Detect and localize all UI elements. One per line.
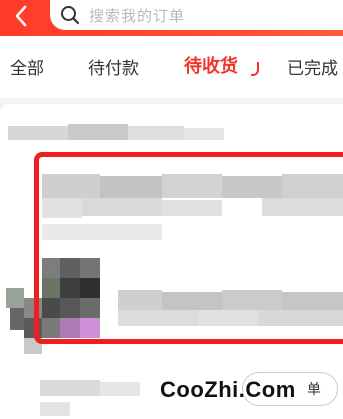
- blurred-product-title: [162, 174, 222, 198]
- blurred-order-info: [100, 382, 140, 396]
- order-list-screen: 搜索我的订单 全部 待付款 待收货 已完成 单 CooZhi.Com: [0, 0, 343, 419]
- blurred-product-title: [100, 176, 162, 198]
- blurred-product-image: [80, 298, 100, 318]
- blurred-product-desc: [258, 310, 343, 326]
- blurred-product-title: [162, 200, 222, 216]
- blurred-product-image: [42, 298, 60, 318]
- search-icon: [60, 5, 80, 25]
- header-bar: 搜索我的订单: [0, 0, 343, 36]
- blurred-shop-name: [8, 126, 68, 140]
- blurred-product-desc: [222, 290, 282, 310]
- blurred-product-image: [80, 278, 100, 298]
- chevron-left-icon: [14, 5, 28, 31]
- tab-completed[interactable]: 已完成: [287, 54, 338, 79]
- blurred-product-image: [60, 318, 80, 338]
- blurred-product-title: [262, 198, 343, 216]
- blurred-product-title: [42, 198, 82, 218]
- blurred-product-image: [60, 258, 80, 278]
- back-button[interactable]: [6, 3, 36, 33]
- blurred-product-desc: [162, 292, 222, 310]
- blurred-shop-name: [184, 128, 224, 140]
- blurred-product-image: [42, 258, 60, 278]
- blurred-product-image: [60, 278, 80, 298]
- tab-pending-receipt[interactable]: 待收货: [184, 52, 238, 78]
- search-placeholder: 搜索我的订单: [89, 6, 186, 25]
- blurred-product-title: [82, 198, 162, 216]
- blurred-product-image: [6, 288, 24, 308]
- order-status-tabs: 全部 待付款 待收货 已完成: [0, 36, 343, 98]
- blurred-product-title: [42, 224, 162, 240]
- blurred-order-info: [40, 402, 70, 416]
- blurred-product-image: [24, 318, 42, 338]
- tab-all[interactable]: 全部: [10, 54, 44, 79]
- blurred-product-image: [80, 318, 100, 338]
- order-action-label: 单: [307, 382, 321, 398]
- blurred-product-title: [222, 176, 282, 198]
- blurred-product-image: [60, 298, 80, 318]
- blurred-product-image: [42, 278, 60, 298]
- blurred-shop-name: [128, 126, 184, 140]
- blurred-product-image: [24, 338, 42, 354]
- blurred-shop-name: [68, 124, 128, 140]
- blurred-product-image: [42, 318, 60, 338]
- active-tab-indicator: [251, 62, 259, 76]
- blurred-product-desc: [198, 310, 258, 326]
- watermark: CooZhi.Com: [160, 377, 296, 402]
- blurred-product-image: [24, 298, 42, 318]
- blurred-product-image: [10, 308, 24, 330]
- blurred-product-image: [80, 258, 100, 278]
- blurred-product-title: [282, 174, 343, 198]
- search-input[interactable]: 搜索我的订单: [50, 0, 343, 30]
- blurred-order-info: [40, 380, 100, 396]
- blurred-product-title: [42, 174, 100, 198]
- blurred-product-desc: [282, 292, 343, 310]
- blurred-product-desc: [118, 310, 198, 326]
- blurred-product-desc: [118, 290, 162, 310]
- tab-pending-payment[interactable]: 待付款: [88, 54, 139, 79]
